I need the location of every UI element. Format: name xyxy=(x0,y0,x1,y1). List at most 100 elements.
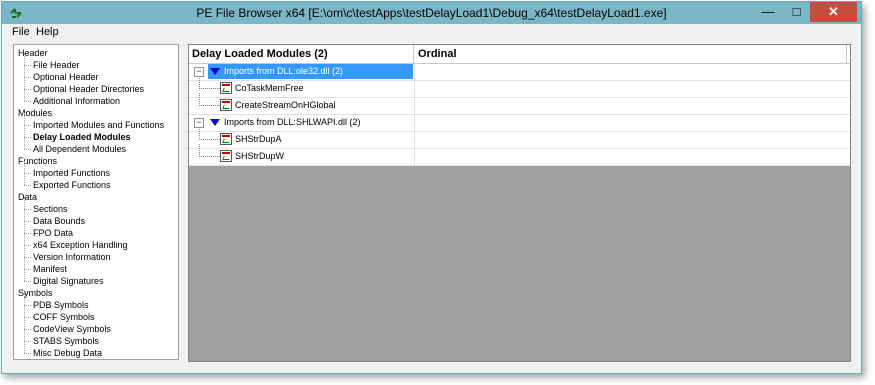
tree-connector xyxy=(24,65,31,66)
tree-connector xyxy=(24,341,25,353)
function-row[interactable]: CreateStreamOnHGlobal xyxy=(189,93,850,115)
tree-item[interactable]: STABS Symbols xyxy=(33,335,99,347)
tree-connector xyxy=(24,137,31,138)
function-label: CoTaskMemFree xyxy=(235,83,304,93)
column-header-modules[interactable]: Delay Loaded Modules (2) xyxy=(189,45,414,63)
tree-connector xyxy=(24,89,31,90)
tree-connector xyxy=(24,329,31,330)
tree-item[interactable]: x64 Exception Handling xyxy=(33,239,128,251)
tree-connector xyxy=(24,77,31,78)
tree-item[interactable]: CodeView Symbols xyxy=(33,323,111,335)
tree-connector xyxy=(24,257,31,258)
function-icon xyxy=(220,99,232,111)
function-row[interactable]: CoTaskMemFree xyxy=(189,76,850,98)
tree-connector xyxy=(199,76,220,89)
tree-item[interactable]: Imported Functions xyxy=(33,167,110,179)
tree-connector xyxy=(199,93,220,106)
module-row[interactable]: − Imports from DLL:SHLWAPI.dll (2) xyxy=(189,115,850,132)
tree-connector xyxy=(24,245,25,257)
tree-connector xyxy=(24,209,31,210)
module-expanded-icon xyxy=(210,119,220,126)
close-button[interactable]: ✕ xyxy=(810,2,857,22)
tree-connector xyxy=(24,209,25,221)
tree-connector xyxy=(24,317,25,329)
navigation-tree[interactable]: Header File Header Optional Header Optional… xyxy=(13,44,179,360)
tree-connector xyxy=(24,185,31,186)
menu-help[interactable]: Help xyxy=(36,26,59,38)
function-row[interactable]: SHStrDupA xyxy=(189,127,850,149)
tree-connector xyxy=(24,149,31,150)
tree-connector xyxy=(24,173,31,174)
tree-connector xyxy=(24,305,25,317)
tree-item[interactable]: Misc Debug Data xyxy=(33,347,102,359)
tree-item[interactable]: Data Bounds xyxy=(33,215,85,227)
tree-connector xyxy=(24,197,25,209)
tree-connector xyxy=(24,137,25,149)
tree-item[interactable]: Additional Information xyxy=(33,95,120,107)
function-label: SHStrDupA xyxy=(235,134,282,144)
tree-connector xyxy=(24,269,25,281)
module-row[interactable]: − Imports from DLL:ole32.dll (2) xyxy=(189,64,850,81)
tree-item[interactable]: Imported Modules and Functions xyxy=(33,119,164,131)
tree-connector xyxy=(24,329,25,341)
minimize-button[interactable]: — xyxy=(754,2,782,22)
tree-connector xyxy=(24,341,31,342)
tree-connector xyxy=(24,245,31,246)
title-bar[interactable]: PE File Browser x64 [E:\om\c\testApps\te… xyxy=(2,2,861,24)
list-header: Delay Loaded Modules (2) Ordinal xyxy=(189,45,850,64)
app-window: PE File Browser x64 [E:\om\c\testApps\te… xyxy=(1,1,862,374)
tree-item[interactable]: FPO Data xyxy=(33,227,73,239)
tree-item[interactable]: Optional Header Directories xyxy=(33,83,144,95)
tree-item[interactable]: Optional Header xyxy=(33,71,99,83)
tree-connector xyxy=(24,221,25,233)
module-cell: CoTaskMemFree xyxy=(189,76,415,97)
results-list[interactable]: Delay Loaded Modules (2) Ordinal − Import… xyxy=(188,44,851,362)
tree-item[interactable]: Exported Functions xyxy=(33,179,111,191)
function-icon xyxy=(220,150,232,162)
tree-connector xyxy=(199,144,220,157)
function-label: SHStrDupW xyxy=(235,151,285,161)
tree-item[interactable]: Version Information xyxy=(33,251,111,263)
tree-item[interactable]: Delay Loaded Modules xyxy=(33,131,131,143)
tree-connector xyxy=(24,53,25,65)
tree-connector xyxy=(24,173,25,185)
tree-connector xyxy=(24,65,25,77)
maximize-button[interactable]: □ xyxy=(783,2,810,22)
tree-connector xyxy=(24,305,31,306)
tree-connector xyxy=(24,161,25,173)
tree-connector xyxy=(24,293,25,305)
tree-connector xyxy=(24,257,25,269)
tree-connector xyxy=(24,317,31,318)
tree-item[interactable]: PDB Symbols xyxy=(33,299,89,311)
tree-item[interactable]: Sections xyxy=(33,203,68,215)
module-cell: SHStrDupA xyxy=(189,127,415,148)
tree-item[interactable]: COFF Symbols xyxy=(33,311,95,323)
module-cell: CreateStreamOnHGlobal xyxy=(189,93,415,114)
function-row[interactable]: SHStrDupW xyxy=(189,144,850,166)
module-cell: − Imports from DLL:ole32.dll (2) xyxy=(189,64,415,80)
tree-item[interactable]: All Dependent Modules xyxy=(33,143,126,155)
tree-connector xyxy=(24,125,25,137)
window-title: PE File Browser x64 [E:\om\c\testApps\te… xyxy=(196,6,667,20)
tree-connector xyxy=(24,281,31,282)
tree-connector xyxy=(199,127,220,140)
tree-connector xyxy=(24,77,25,89)
list-rows: − Imports from DLL:ole32.dll (2) CoTaskMem… xyxy=(189,64,850,166)
function-icon xyxy=(220,82,232,94)
tree-item[interactable]: Manifest xyxy=(33,263,67,275)
menu-file[interactable]: File xyxy=(12,26,30,38)
tree-connector xyxy=(24,89,25,101)
tree-connector xyxy=(24,269,31,270)
menu-bar: File Help xyxy=(2,24,861,40)
tree-item[interactable]: File Header xyxy=(33,59,80,71)
tree-connector xyxy=(24,353,31,354)
module-label: Imports from DLL:ole32.dll (2) xyxy=(224,66,344,76)
column-header-ordinal[interactable]: Ordinal xyxy=(415,45,847,63)
tree-item[interactable]: Data xyxy=(18,191,37,203)
function-icon xyxy=(220,133,232,145)
tree-item[interactable]: Header xyxy=(18,47,48,59)
tree-connector xyxy=(24,101,31,102)
tree-item[interactable]: Digital Signatures xyxy=(33,275,104,287)
tree-connector xyxy=(24,233,25,245)
module-label: Imports from DLL:SHLWAPI.dll (2) xyxy=(224,117,361,127)
